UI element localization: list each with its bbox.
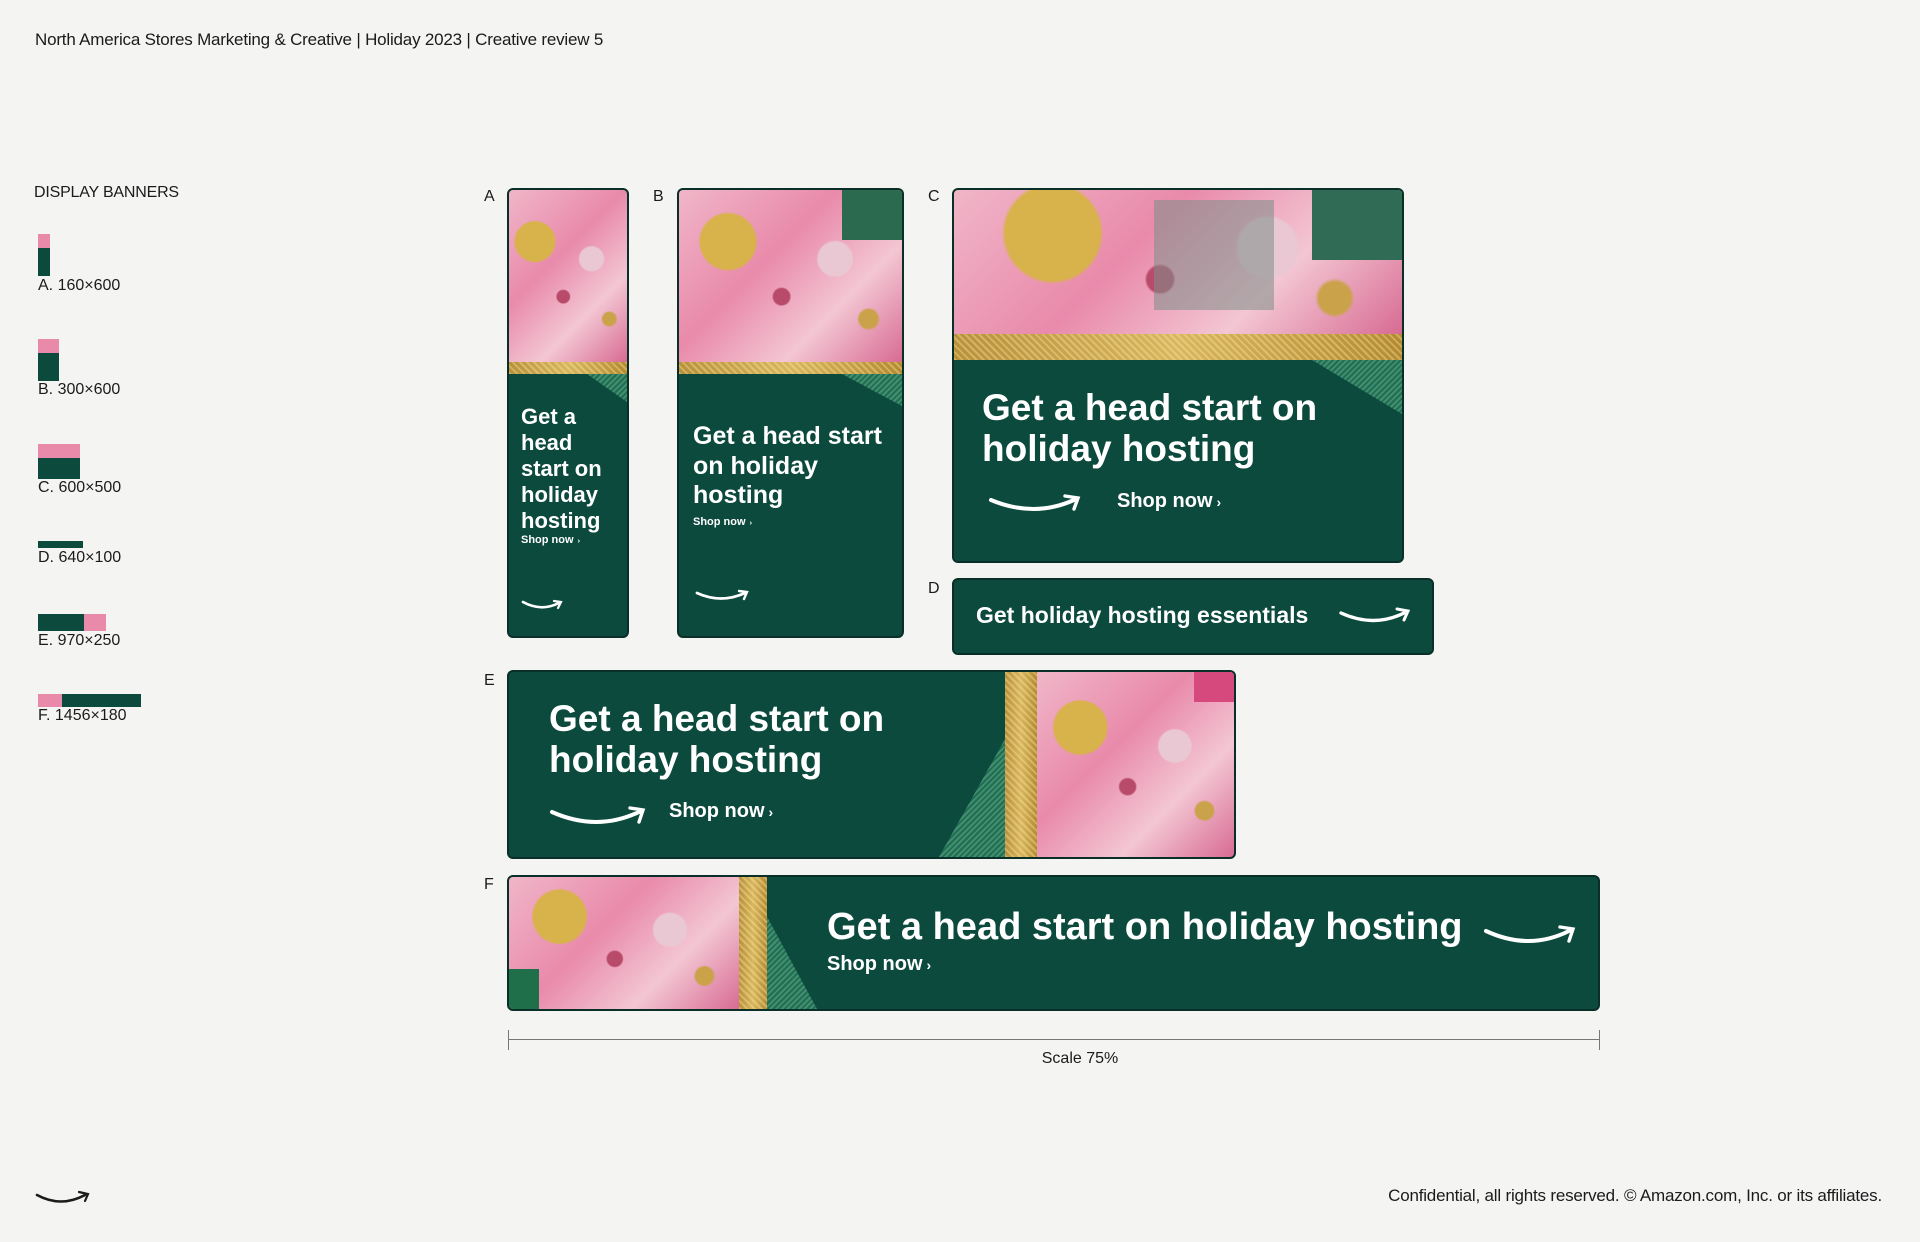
thumbnail-c[interactable] — [38, 444, 80, 479]
size-label-d: D. 640×100 — [38, 549, 122, 566]
banner-b-photo — [679, 190, 902, 362]
thumbnail-e[interactable] — [38, 614, 106, 631]
footer-copyright: Confidential, all rights reserved. © Ama… — [1388, 1186, 1882, 1205]
chevron-right-icon: › — [768, 804, 774, 820]
banner-b-300x600[interactable]: Get a head start on holiday hosting Shop… — [677, 188, 904, 638]
banner-c-cta-label: Shop now — [1117, 490, 1213, 512]
banner-b-shop-now[interactable]: Shop now › — [693, 516, 752, 528]
banner-d-640x100[interactable]: Get holiday hosting essentials — [952, 578, 1434, 655]
banner-a-photo — [509, 190, 627, 362]
thumbnail-a[interactable] — [38, 234, 50, 276]
banner-f-glitter — [767, 916, 817, 1009]
section-title: DISPLAY BANNERS — [34, 184, 179, 201]
banner-c-600x500[interactable]: Get a head start on holiday hosting Shop… — [952, 188, 1404, 563]
banner-f-cta-label: Shop now — [827, 953, 923, 975]
banner-letter-a: A — [484, 188, 495, 205]
amazon-smile-icon — [695, 589, 749, 601]
scale-tick-left — [508, 1030, 509, 1050]
banner-a-glitter — [587, 374, 627, 402]
banner-f-gold-strip — [739, 877, 767, 1009]
banner-e-photo — [1037, 672, 1234, 857]
chevron-right-icon: › — [577, 536, 581, 545]
amazon-smile-icon — [989, 494, 1081, 511]
document-header: North America Stores Marketing & Creativ… — [35, 30, 604, 49]
banner-letter-b: B — [653, 188, 664, 205]
banner-b-cta-label: Shop now — [693, 516, 746, 528]
banner-b-glitter — [842, 374, 902, 406]
amazon-smile-icon — [550, 806, 646, 824]
thumbnail-f[interactable] — [38, 694, 141, 707]
banner-a-headline: Get a head start on holiday hosting — [521, 404, 602, 533]
banner-e-970x250[interactable]: Get a head start on holiday hosting Shop… — [507, 670, 1236, 859]
banner-a-160x600[interactable]: Get a head start on holiday hosting Shop… — [507, 188, 629, 638]
size-label-e: E. 970×250 — [38, 632, 121, 649]
scale-label: Scale 75% — [1041, 1050, 1119, 1067]
amazon-smile-icon — [1339, 607, 1411, 623]
banner-letter-e: E — [484, 672, 495, 689]
size-label-a: A. 160×600 — [38, 277, 121, 294]
banner-a-gold-strip — [509, 362, 627, 374]
amazon-smile-icon — [521, 599, 563, 610]
banner-f-headline: Get a head start on holiday hosting — [827, 906, 1463, 948]
chevron-right-icon: › — [926, 957, 932, 973]
size-label-c: C. 600×500 — [38, 479, 122, 496]
banner-a-cta-label: Shop now — [521, 534, 574, 546]
banner-c-gold-strip — [954, 334, 1402, 360]
banner-letter-d: D — [928, 580, 940, 597]
banner-e-cta-label: Shop now — [669, 800, 765, 822]
scale-line — [508, 1039, 1600, 1040]
banner-f-photo — [509, 877, 739, 1009]
banner-c-photo — [954, 190, 1402, 334]
size-label-b: B. 300×600 — [38, 381, 121, 398]
banner-d-headline: Get holiday hosting essentials — [976, 602, 1309, 628]
chevron-right-icon: › — [749, 518, 753, 527]
banner-e-gold-strip — [1005, 672, 1037, 857]
banner-e-headline: Get a head start on holiday hosting — [549, 698, 885, 781]
thumbnail-b[interactable] — [38, 339, 59, 381]
thumbnail-d[interactable] — [38, 541, 83, 548]
banner-b-headline: Get a head start on holiday hosting — [693, 422, 882, 509]
banner-e-glitter — [939, 732, 1009, 857]
banner-a-shop-now[interactable]: Shop now › — [521, 534, 580, 546]
chevron-right-icon: › — [1216, 494, 1222, 510]
banner-f-1456x180[interactable]: Get a head start on holiday hosting Shop… — [507, 875, 1600, 1011]
banner-b-gold-strip — [679, 362, 902, 374]
scale-tick-right — [1599, 1030, 1600, 1050]
banner-e-shop-now[interactable]: Shop now › — [669, 800, 773, 823]
amazon-smile-icon — [35, 1190, 90, 1203]
size-label-f: F. 1456×180 — [38, 707, 127, 724]
banner-letter-c: C — [928, 188, 940, 205]
banner-c-shop-now[interactable]: Shop now › — [1117, 490, 1221, 513]
amazon-smile-icon — [1484, 925, 1576, 943]
banner-letter-f: F — [484, 876, 494, 893]
banner-f-shop-now[interactable]: Shop now › — [827, 953, 931, 976]
banner-c-headline: Get a head start on holiday hosting — [982, 387, 1318, 469]
